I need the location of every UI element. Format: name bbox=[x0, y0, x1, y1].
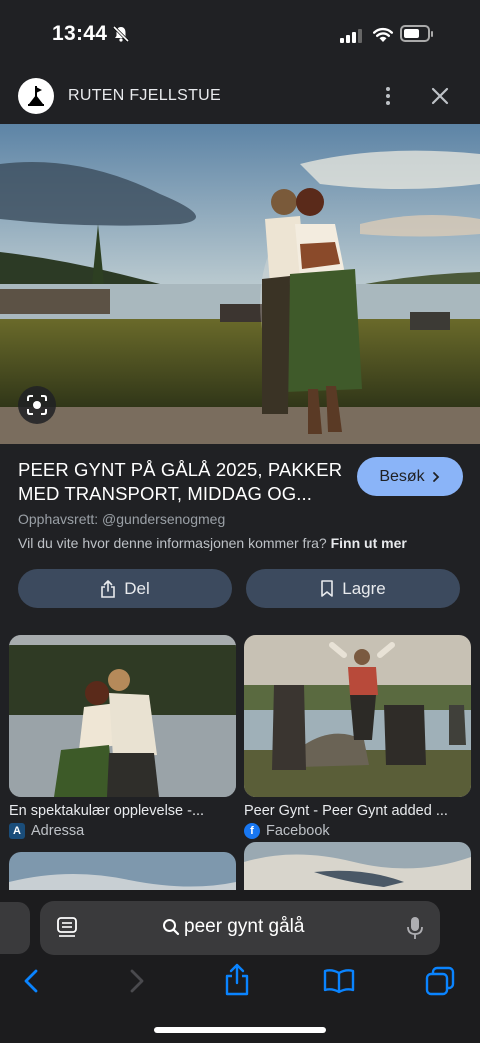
home-indicator[interactable] bbox=[154, 1027, 326, 1033]
source-name: Facebook bbox=[266, 823, 330, 839]
status-bar: 13:44 bbox=[0, 0, 480, 70]
related-source: f Facebook bbox=[244, 823, 471, 839]
forward-icon[interactable] bbox=[124, 967, 148, 995]
learn-more-link[interactable]: Finn ut mer bbox=[331, 535, 407, 551]
tabs-icon[interactable] bbox=[424, 965, 456, 997]
microphone-icon[interactable] bbox=[406, 915, 424, 941]
cellular-signal-icon bbox=[340, 27, 362, 43]
search-icon bbox=[163, 919, 180, 936]
visit-label: Besøk bbox=[379, 467, 425, 485]
result-title[interactable]: PEER GYNT PÅ GÅLÅ 2025, PAKKER MED TRANS… bbox=[18, 458, 348, 506]
related-thumbnail[interactable] bbox=[244, 842, 471, 892]
info-line: Vil du vite hvor denne informasjonen kom… bbox=[18, 535, 407, 551]
site-logo bbox=[18, 78, 54, 114]
bookmark-icon bbox=[321, 580, 334, 597]
lens-search-button[interactable] bbox=[18, 386, 56, 424]
share-label: Del bbox=[124, 578, 150, 598]
share-button[interactable]: Del bbox=[18, 569, 232, 608]
visit-button[interactable]: Besøk bbox=[357, 457, 463, 496]
address-bar[interactable]: peer gynt gålå bbox=[40, 901, 440, 955]
bookmarks-icon[interactable] bbox=[322, 968, 356, 994]
facebook-favicon: f bbox=[244, 823, 260, 839]
share-icon[interactable] bbox=[223, 963, 251, 997]
battery-icon bbox=[400, 25, 433, 42]
save-label: Lagre bbox=[342, 578, 386, 598]
site-name[interactable]: RUTEN FJELLSTUE bbox=[68, 87, 221, 105]
copyright-text: Opphavsrett: @gundersenogmeg bbox=[18, 511, 226, 527]
related-card[interactable]: Peer Gynt - Peer Gynt added ... f Facebo… bbox=[244, 635, 471, 839]
bell-muted-icon bbox=[112, 25, 130, 43]
page-menu-icon[interactable] bbox=[56, 916, 78, 940]
related-caption[interactable]: En spektakulær opplevelse -... bbox=[9, 803, 236, 819]
hero-image[interactable] bbox=[0, 124, 480, 444]
info-text: Vil du vite hvor denne informasjonen kom… bbox=[18, 535, 327, 551]
close-icon[interactable] bbox=[428, 84, 452, 108]
back-icon[interactable] bbox=[20, 967, 44, 995]
status-time: 13:44 bbox=[52, 22, 108, 45]
source-name: Adressa bbox=[31, 823, 85, 839]
result-header: RUTEN FJELLSTUE bbox=[0, 76, 480, 116]
more-options-button[interactable] bbox=[378, 84, 398, 108]
share-icon bbox=[101, 579, 116, 598]
related-card[interactable]: En spektakulær opplevelse -... A Adressa bbox=[9, 635, 236, 839]
related-caption[interactable]: Peer Gynt - Peer Gynt added ... bbox=[244, 803, 471, 819]
wifi-icon bbox=[373, 27, 393, 42]
related-thumbnail[interactable] bbox=[244, 635, 471, 797]
chevron-right-icon bbox=[432, 471, 439, 482]
related-source: A Adressa bbox=[9, 823, 236, 839]
save-button[interactable]: Lagre bbox=[246, 569, 460, 608]
lens-icon bbox=[27, 395, 47, 415]
address-text: peer gynt gålå bbox=[184, 916, 305, 937]
related-thumbnail[interactable] bbox=[9, 635, 236, 797]
previous-tab-preview[interactable] bbox=[0, 902, 30, 954]
adressa-favicon: A bbox=[9, 823, 25, 839]
address-field[interactable]: peer gynt gålå bbox=[162, 916, 304, 938]
